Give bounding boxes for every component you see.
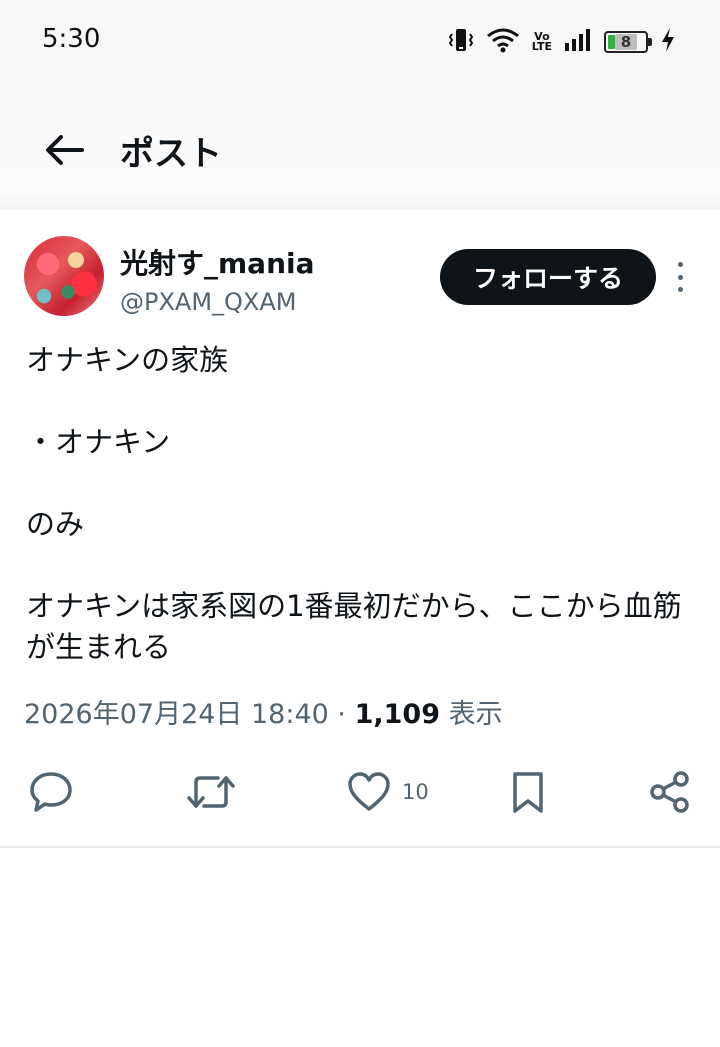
heart-icon [348, 772, 390, 811]
more-vertical-icon-dot [677, 274, 683, 280]
battery-level: 8 [614, 34, 638, 50]
status-time: 5:30 [42, 24, 101, 54]
charging-icon [660, 27, 676, 57]
post-text-line: のみ [26, 507, 85, 541]
post-text: オナキンの家族 ・オナキン のみ オナキンは家系図の1番最初だから、ここから血筋… [26, 340, 706, 668]
action-bar: 10 [0, 762, 720, 822]
share-icon [650, 771, 689, 813]
page-title: ポスト [120, 134, 222, 174]
volte-icon: Vo LTE [531, 31, 552, 53]
battery-fill [608, 35, 615, 49]
reply-button[interactable] [28, 768, 74, 816]
status-icons: Vo LTE 8 [448, 26, 676, 58]
author-handle[interactable]: @PXAM_QXAM [120, 288, 297, 316]
status-bar: 5:30 Vo LTE 8 [0, 0, 720, 82]
follow-button[interactable]: フォローする [440, 249, 656, 305]
post-text-line [26, 463, 706, 504]
avatar[interactable] [24, 236, 104, 316]
battery-nub [648, 38, 652, 46]
post-text-line [26, 381, 706, 422]
top-app-bar: ポスト [0, 82, 720, 210]
views-count: 1,109 [354, 699, 440, 730]
post-text-line: ・オナキン [26, 425, 171, 459]
battery-icon: 8 [604, 31, 652, 53]
bookmark-button[interactable] [510, 768, 546, 816]
more-options-button[interactable] [670, 262, 690, 292]
share-button[interactable] [648, 768, 692, 816]
like-count: 10 [402, 780, 429, 804]
like-button[interactable]: 10 [346, 768, 429, 816]
more-vertical-icon-dot [677, 287, 683, 292]
views-label: 表示 [439, 699, 503, 730]
post-text-line: オナキンは家系図の1番最初だから、ここから血筋が生まれる [26, 589, 682, 664]
volte-bottom: LTE [531, 40, 552, 53]
more-vertical-icon [677, 262, 683, 267]
meta-separator: · [328, 699, 355, 730]
back-arrow-icon [46, 135, 84, 165]
post-text-line: オナキンの家族 [26, 343, 229, 377]
repost-icon [187, 776, 235, 808]
bookmark-icon [513, 772, 543, 813]
post-text-line [26, 545, 706, 586]
vibrate-icon [448, 26, 474, 58]
back-button[interactable] [40, 130, 88, 170]
post-timestamp[interactable]: 2026年07月24日 18:40 [24, 699, 329, 730]
wifi-icon [486, 27, 520, 57]
signal-icon [564, 28, 592, 56]
reply-icon [30, 772, 72, 812]
post-meta: 2026年07月24日 18:40 · 1,109 表示 [24, 692, 503, 731]
author-display-name[interactable]: 光射す_mania [120, 242, 315, 282]
repost-button[interactable] [186, 768, 236, 816]
